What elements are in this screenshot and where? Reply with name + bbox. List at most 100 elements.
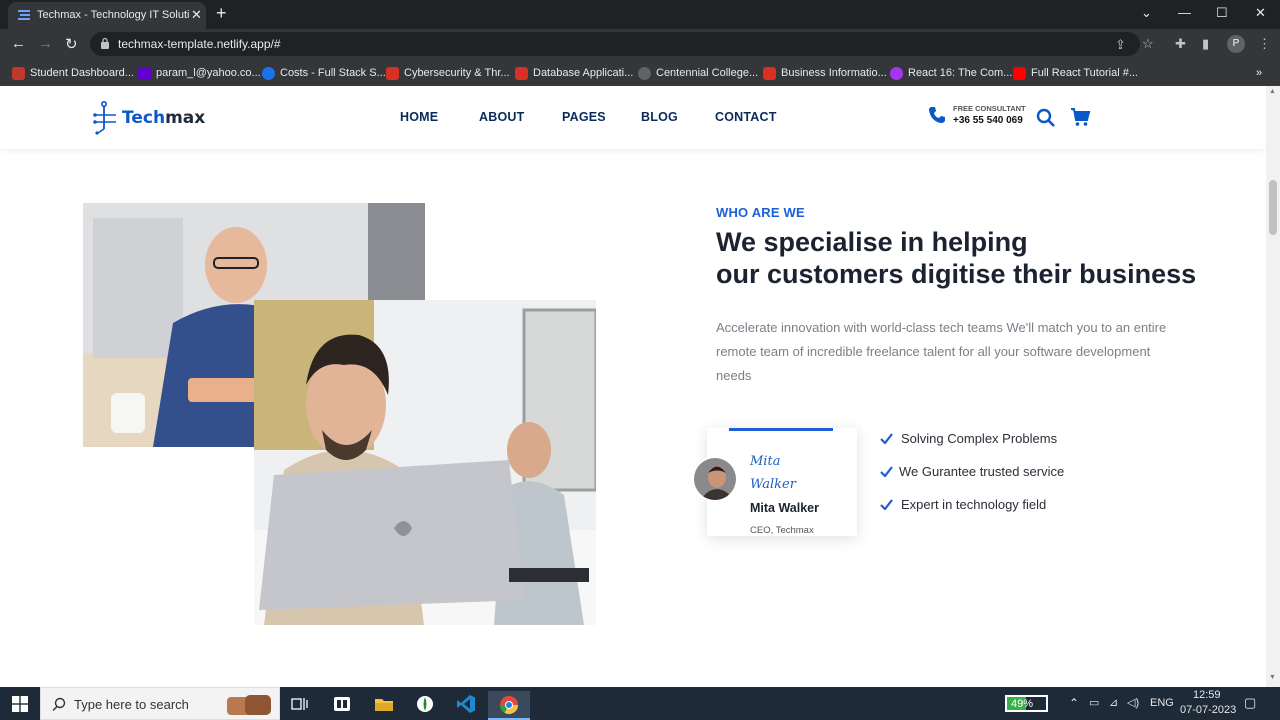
feature-item: We Gurantee trusted service [880, 462, 1064, 480]
vscode-icon[interactable] [449, 691, 483, 717]
forward-icon[interactable]: → [38, 35, 53, 52]
bookmark-favicon-icon [386, 66, 399, 80]
new-tab-icon[interactable]: + [216, 3, 227, 24]
notifications-icon[interactable]: ▢ [1244, 695, 1256, 711]
bookmark-star-icon[interactable]: ☆ [1142, 36, 1154, 52]
menu-kebab-icon[interactable]: ⋮ [1258, 36, 1271, 52]
feature-item: Solving Complex Problems [880, 429, 1057, 447]
battery-icon[interactable]: ▭ [1089, 696, 1099, 709]
scroll-down-icon[interactable]: ▼ [1269, 674, 1276, 681]
bookmark-favicon-icon [638, 66, 651, 80]
techmax-favicon-icon [18, 10, 30, 20]
bookmarks-bar: Student Dashboard... param_l@yahoo.co...… [0, 59, 1280, 86]
site-logo[interactable]: Techmax [92, 100, 205, 136]
address-bar[interactable]: techmax-template.netlify.app/# ⇪ [90, 32, 1140, 56]
url-text: techmax-template.netlify.app/# [118, 37, 281, 51]
search-icon [52, 697, 66, 711]
bookmark-item[interactable]: Student Dashboard... [12, 65, 134, 81]
tab-title: Techmax - Technology IT Solution [37, 9, 189, 21]
back-icon[interactable]: ← [11, 35, 26, 52]
task-view-icon[interactable] [283, 691, 317, 717]
phone-icon [929, 107, 945, 123]
nav-about[interactable]: ABOUT [479, 110, 524, 124]
site-header: Techmax HOME ABOUT PAGES BLOG CONTACT FR… [0, 86, 1266, 149]
extensions-icon[interactable]: ✚ [1175, 36, 1186, 52]
page-scrollbar[interactable]: ▲ ▼ [1266, 86, 1280, 687]
clock-time[interactable]: 12:59 [1193, 689, 1221, 701]
bookmark-item[interactable]: Database Applicati... [515, 65, 633, 81]
search-highlight-icon [227, 695, 271, 715]
scrollbar-thumb[interactable] [1269, 180, 1277, 235]
volume-icon[interactable]: ◁) [1127, 696, 1139, 709]
check-icon [880, 465, 893, 477]
bookmark-item[interactable]: React 16: The Com... [890, 65, 1012, 81]
feature-item: Expert in technology field [880, 495, 1046, 513]
bookmark-favicon-icon [515, 66, 528, 80]
bookmark-favicon-icon [890, 66, 903, 80]
browser-tab-strip: Techmax - Technology IT Solution ✕ + ⌄ —… [0, 0, 1280, 29]
page-viewport: Techmax HOME ABOUT PAGES BLOG CONTACT FR… [0, 86, 1266, 687]
tray-chevron-icon[interactable]: ⌃ [1069, 696, 1079, 710]
taskbar-search-box[interactable]: Type here to search [40, 687, 280, 720]
ceo-name: Mita Walker [750, 501, 820, 515]
windows-start-icon[interactable] [12, 696, 28, 712]
tab-close-icon[interactable]: ✕ [191, 7, 202, 23]
section-description: Accelerate innovation with world-class t… [716, 320, 1167, 383]
consult-label: FREE CONSULTANT [953, 104, 1026, 113]
bookmark-item[interactable]: Business Informatio... [763, 65, 887, 81]
profile-avatar[interactable]: P [1227, 35, 1245, 53]
section-eyebrow: WHO ARE WE [716, 205, 805, 220]
widgets-app-icon[interactable] [325, 691, 359, 717]
windows-taskbar: Type here to search 49% ⌃ ▭ ⊿ ◁) ENG 12:… [0, 687, 1280, 720]
more-bookmarks-icon[interactable]: » [1256, 65, 1262, 81]
bookmark-favicon-icon [12, 66, 25, 80]
nav-blog[interactable]: BLOG [641, 110, 678, 124]
card-accent-bar [729, 428, 833, 431]
free-consultant[interactable]: FREE CONSULTANT +36 55 540 069 [928, 104, 1026, 126]
reload-icon[interactable]: ↻ [65, 35, 78, 53]
logo-text: Techmax [122, 108, 206, 128]
consult-phone: +36 55 540 069 [953, 115, 1023, 126]
search-icon[interactable] [1036, 108, 1056, 128]
bookmark-item[interactable]: Centennial College... [638, 65, 758, 81]
battery-percent: 49% [1011, 698, 1034, 710]
chrome-taskbar-icon[interactable] [488, 691, 530, 720]
side-panel-icon[interactable]: ▮ [1202, 36, 1209, 52]
bookmark-favicon-icon [1013, 66, 1026, 80]
bookmark-item[interactable]: Cybersecurity & Thr... [386, 65, 510, 81]
bookmark-favicon-icon [262, 66, 275, 80]
man-with-laptop-photo [254, 300, 596, 625]
nav-home[interactable]: HOME [400, 110, 438, 124]
ceo-avatar [692, 456, 738, 502]
battery-indicator[interactable]: 49% [1005, 695, 1048, 712]
browser-tab[interactable]: Techmax - Technology IT Solution ✕ [8, 2, 206, 29]
ceo-signature: Mita Walker [750, 454, 796, 492]
scroll-up-icon[interactable]: ▲ [1269, 88, 1276, 95]
app-icon[interactable] [408, 691, 442, 717]
bookmark-favicon-icon [138, 66, 151, 80]
file-explorer-icon[interactable] [367, 691, 401, 717]
lock-icon [101, 37, 109, 49]
bookmark-item[interactable]: param_l@yahoo.co... [138, 65, 261, 81]
minimize-icon[interactable]: — [1178, 5, 1191, 20]
ceo-role: CEO, Techmax [750, 525, 814, 536]
clock-date[interactable]: 07-07-2023 [1180, 704, 1236, 716]
cart-icon[interactable] [1070, 107, 1091, 127]
tab-search-icon[interactable]: ⌄ [1141, 5, 1152, 21]
nav-contact[interactable]: CONTACT [715, 110, 777, 124]
search-placeholder: Type here to search [74, 697, 189, 712]
bookmark-favicon-icon [763, 66, 776, 80]
network-icon[interactable]: ⊿ [1109, 696, 1118, 709]
bookmark-item[interactable]: Costs - Full Stack S... [262, 65, 386, 81]
nav-pages[interactable]: PAGES [562, 110, 606, 124]
maximize-icon[interactable]: ☐ [1216, 5, 1228, 21]
window-close-icon[interactable]: ✕ [1255, 5, 1266, 21]
language-indicator[interactable]: ENG [1150, 697, 1174, 709]
bookmark-item[interactable]: Full React Tutorial #... [1013, 65, 1138, 81]
browser-toolbar: ← → ↻ techmax-template.netlify.app/# ⇪ ☆… [0, 29, 1280, 59]
check-icon [880, 498, 893, 510]
share-icon[interactable]: ⇪ [1115, 37, 1126, 53]
circuit-logo-icon [93, 101, 116, 135]
check-icon [880, 432, 893, 444]
section-headline: We specialise in helping our customers d… [716, 227, 1197, 289]
